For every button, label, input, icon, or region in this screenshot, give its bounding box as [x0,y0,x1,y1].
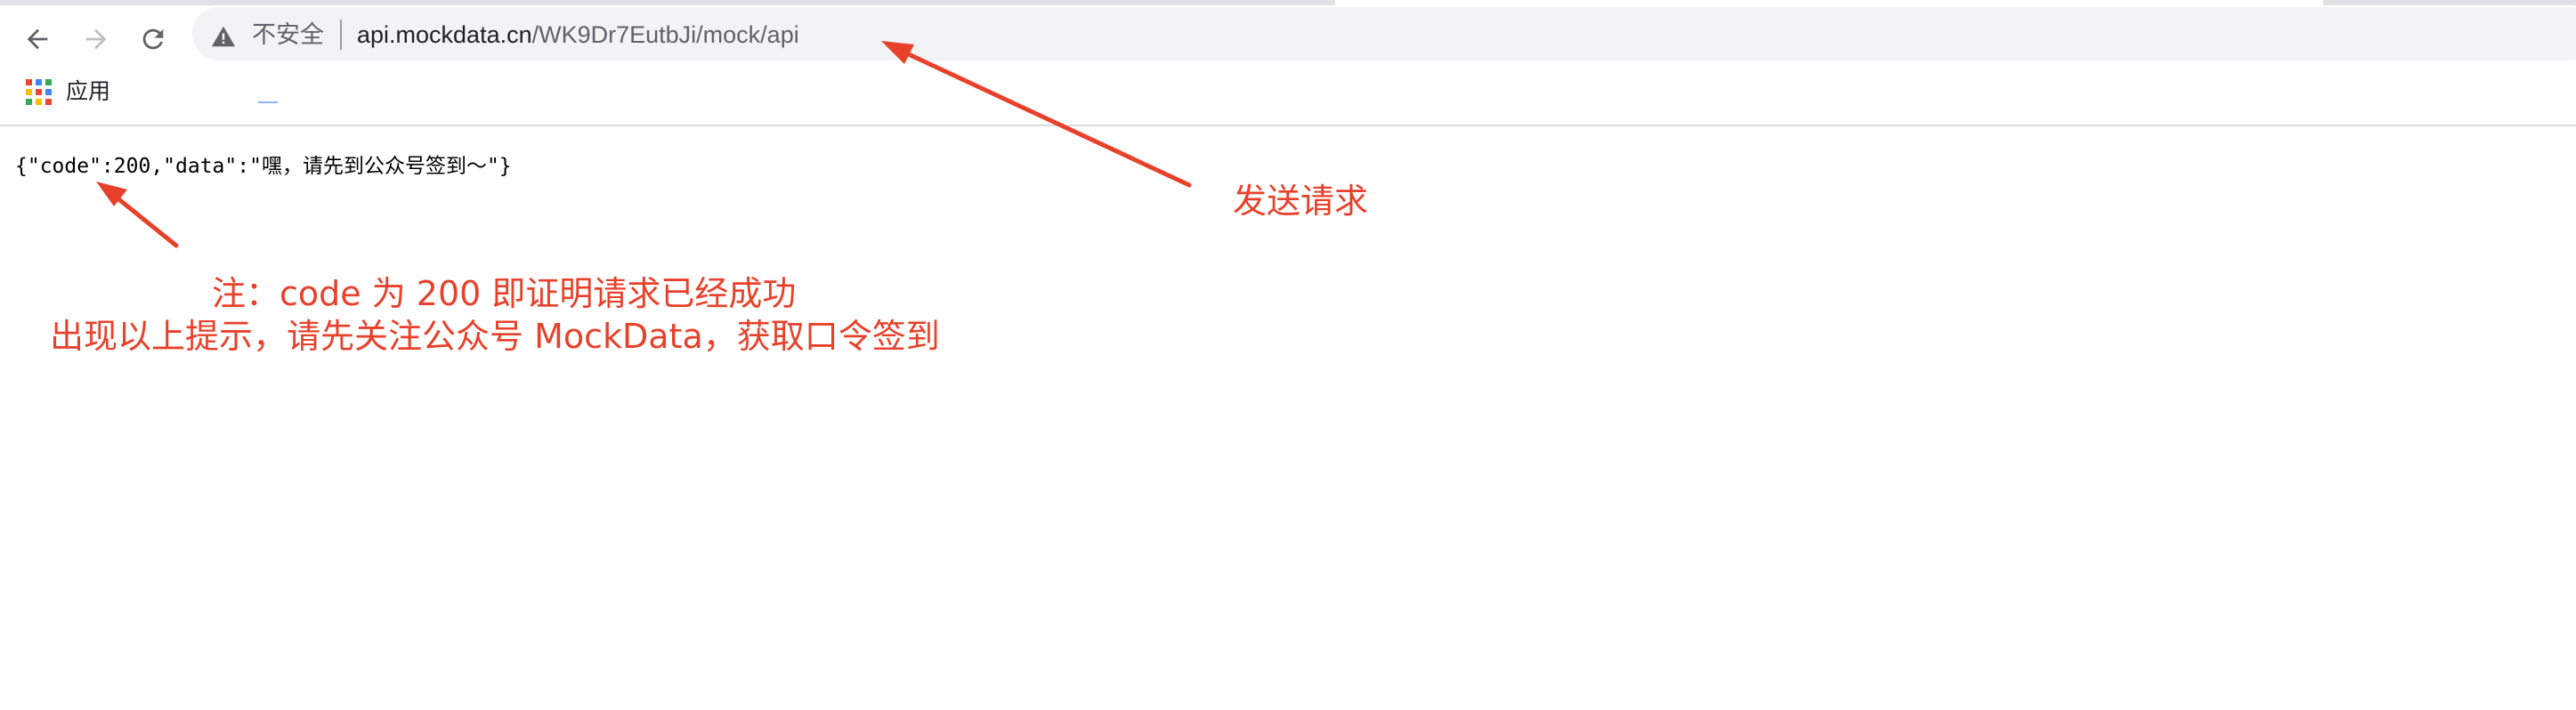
json-response: {"code":200,"data":"嘿，请先到公众号签到～"} [15,155,512,178]
back-button[interactable] [12,14,62,64]
bookmarks-bar [0,73,2576,126]
annotation-note-line1: 注：code 为 200 即证明请求已经成功 [212,274,797,313]
omnibox-separator [340,20,342,50]
apps-bookmark[interactable]: 应用 [66,77,110,107]
warning-triangle-icon[interactable] [210,23,237,50]
arrow-right-icon [85,28,107,50]
url-host: api.mockdata.cn [357,21,532,48]
url-path: /WK9Dr7EutbJi/mock/api [531,21,799,48]
annotation-note-line2: 出现以上提示，请先关注公众号 MockData，获取口令签到 [50,317,940,356]
forward-button[interactable] [71,14,121,64]
apps-grid-icon[interactable] [25,78,53,107]
arrow-left-icon [27,28,48,50]
annotation-send-request: 发送请求 [1233,182,1369,221]
security-label[interactable]: 不安全 [252,20,324,50]
reload-button[interactable] [128,14,178,64]
url-text[interactable]: api.mockdata.cn/WK9Dr7EutbJi/mock/api [357,20,799,50]
bookmark-indicator [258,101,278,103]
reload-icon [142,28,164,50]
